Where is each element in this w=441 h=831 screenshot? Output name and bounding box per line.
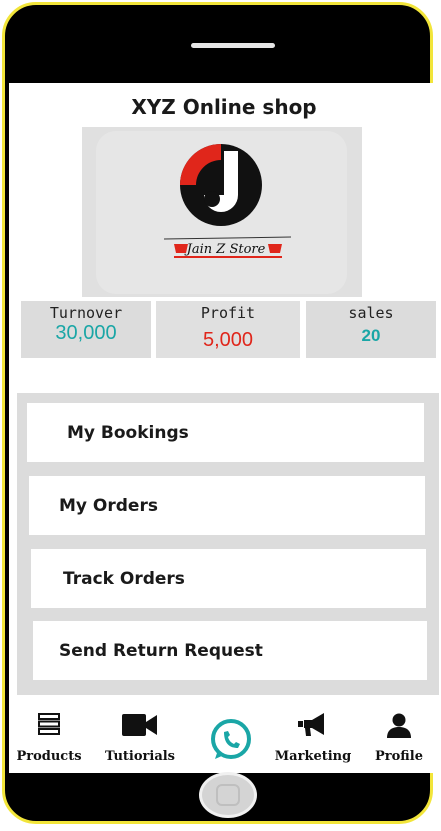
- megaphone-icon: [298, 713, 324, 736]
- nav-item-profile[interactable]: Profile: [365, 709, 433, 769]
- stat-label: sales: [348, 304, 394, 322]
- nav-label: Tutiorials: [104, 749, 175, 764]
- user-icon: [387, 713, 411, 738]
- nav-label: Products: [16, 749, 82, 764]
- nav-item-whatsapp[interactable]: [201, 709, 261, 769]
- menu-list: My Bookings My Orders Track Orders Send …: [17, 393, 439, 695]
- shop-title: XYZ Online shop: [131, 95, 317, 119]
- menu-item-send-return-request[interactable]: Send Return Request: [33, 621, 427, 680]
- nav-item-marketing[interactable]: Marketing: [271, 709, 355, 769]
- bottom-nav: Products Tutiorials Marketing Profile: [9, 709, 439, 773]
- nav-label: Marketing: [274, 749, 352, 764]
- nav-item-tutorials[interactable]: Tutiorials: [97, 709, 183, 769]
- menu-item-track-orders[interactable]: Track Orders: [31, 549, 426, 608]
- stat-label: Turnover: [49, 304, 123, 322]
- stat-turnover: Turnover 30,000: [21, 301, 151, 358]
- home-button[interactable]: [199, 772, 257, 818]
- stat-value: 20: [361, 326, 381, 345]
- speaker-bar: [191, 43, 275, 48]
- stat-profit: Profit 5,000: [156, 301, 300, 358]
- menu-item-my-bookings[interactable]: My Bookings: [27, 403, 424, 462]
- nav-label: Profile: [375, 749, 423, 764]
- whatsapp-icon: [211, 719, 251, 759]
- stat-sales: sales 20: [306, 301, 436, 358]
- home-button-inner: [216, 784, 240, 806]
- menu-item-label: My Orders: [59, 495, 158, 516]
- menu-item-label: Send Return Request: [59, 640, 263, 661]
- video-camera-icon: [122, 714, 157, 736]
- nav-item-products[interactable]: Products: [9, 709, 89, 769]
- list-icon: [38, 713, 60, 735]
- menu-item-my-orders[interactable]: My Orders: [29, 476, 425, 535]
- stat-label: Profit: [200, 304, 256, 322]
- logo-frame: Jain Z Store: [82, 127, 362, 297]
- menu-item-label: Track Orders: [63, 568, 185, 589]
- menu-item-label: My Bookings: [67, 422, 189, 443]
- app-screen: XYZ Online shop Jain Z Store Turnover 30…: [9, 83, 439, 773]
- stat-value: 5,000: [202, 329, 254, 351]
- jain-store-logo: Jain Z Store: [163, 144, 292, 258]
- logo-brand-text: Jain Z Store: [184, 242, 266, 257]
- stat-value: 30,000: [55, 322, 117, 344]
- logo-card: Jain Z Store: [96, 131, 347, 294]
